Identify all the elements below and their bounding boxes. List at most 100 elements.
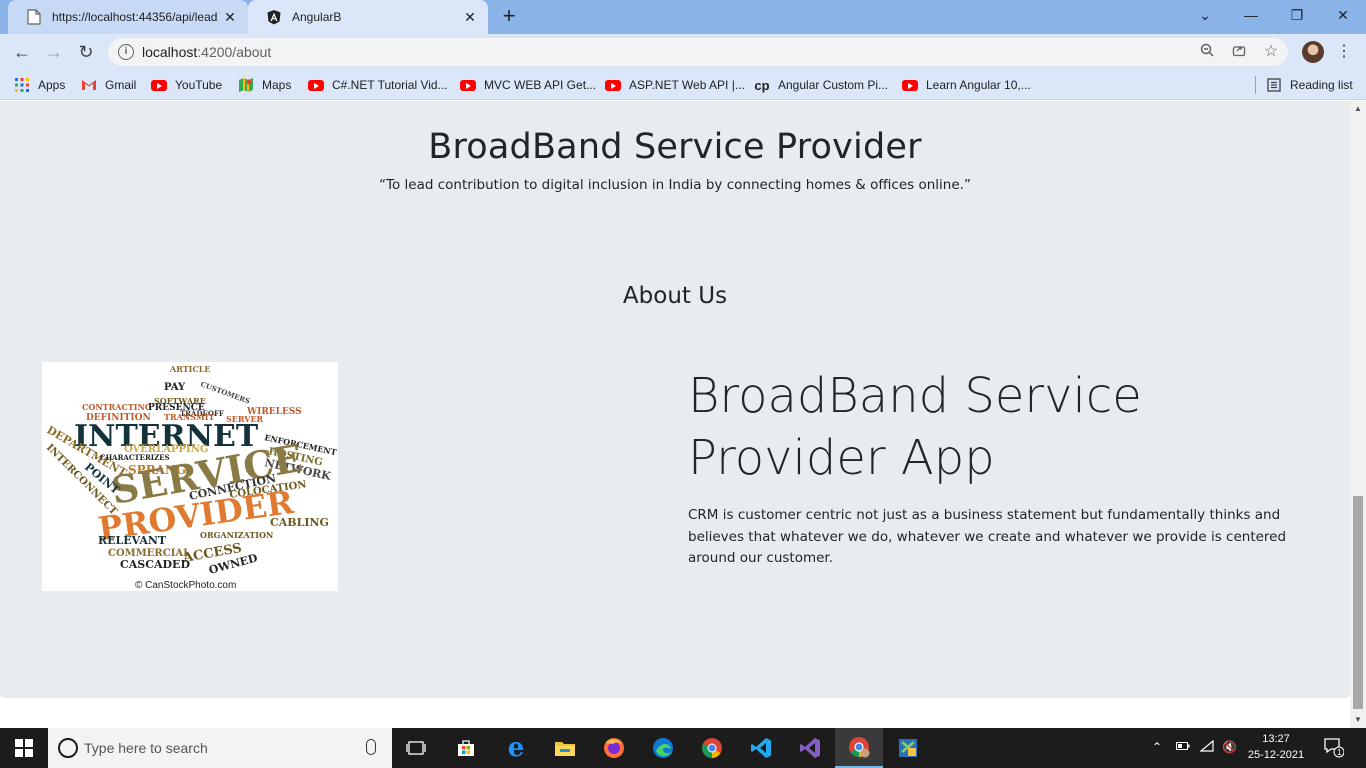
tab-search-icon[interactable]: ⌄ xyxy=(1182,0,1228,30)
bookmark-angular-custom-pipe[interactable]: cp Angular Custom Pi... xyxy=(754,76,888,94)
reading-list-icon xyxy=(1266,77,1282,93)
restore-button[interactable]: ❐ xyxy=(1274,0,1320,30)
svg-text:CABLING: CABLING xyxy=(270,516,329,529)
bookmark-mvc-web-api[interactable]: MVC WEB API Get... xyxy=(460,76,596,94)
youtube-icon xyxy=(460,77,476,93)
about-heading: About Us xyxy=(622,283,728,309)
apps-grid-icon xyxy=(14,77,30,93)
bookmarks-separator xyxy=(1255,76,1256,94)
edge-legacy-icon[interactable]: e xyxy=(492,728,540,768)
bookmark-aspnet-web-api[interactable]: ASP.NET Web API |... xyxy=(605,76,745,94)
browser-toolbar: ← → ↻ i localhost:4200/about ☆ ⋮ xyxy=(0,34,1366,70)
volume-muted-icon[interactable]: 🔇 xyxy=(1222,740,1237,754)
svg-text:RELEVANT: RELEVANT xyxy=(98,534,167,547)
mission-quote: “To lead contribution to digital inclusi… xyxy=(379,177,971,193)
document-icon xyxy=(26,9,42,25)
chrome-icon[interactable] xyxy=(688,728,736,768)
file-explorer-icon[interactable] xyxy=(541,728,589,768)
bookmarks-bar: Apps Gmail YouTube Maps C#.NET Tutorial … xyxy=(0,70,1366,100)
clock-date: 25-12-2021 xyxy=(1247,749,1305,761)
forward-icon[interactable]: → xyxy=(42,40,66,64)
bookmark-csharp-tutorial[interactable]: C#.NET Tutorial Vid... xyxy=(308,76,448,94)
svg-text:© CanStockPhoto.com: © CanStockPhoto.com xyxy=(135,580,236,591)
tab-angularb[interactable]: AngularB ✕ xyxy=(248,0,488,34)
vertical-scrollbar[interactable]: ▲ ▼ xyxy=(1350,101,1366,728)
chrome-profile-icon[interactable] xyxy=(835,728,883,768)
wifi-icon[interactable] xyxy=(1199,739,1214,755)
show-hidden-icons-icon[interactable]: ⌃ xyxy=(1152,740,1162,754)
app-title: BroadBand Service Provider App xyxy=(688,368,1142,486)
windows-start-button[interactable] xyxy=(0,728,48,768)
snip-tool-icon[interactable] xyxy=(884,728,932,768)
scroll-up-icon[interactable]: ▲ xyxy=(1350,101,1366,117)
bookmark-apps[interactable]: Apps xyxy=(14,76,65,94)
system-clock[interactable]: 13:27 25-12-2021 xyxy=(1240,731,1312,763)
tab-strip: https://localhost:44356/api/lead ✕ Angul… xyxy=(0,0,1366,34)
bookmark-label: Apps xyxy=(38,78,66,92)
taskbar-search-box[interactable]: Type here to search xyxy=(48,728,392,768)
bookmark-label: YouTube xyxy=(175,78,223,92)
visual-studio-icon[interactable] xyxy=(786,728,834,768)
scroll-down-icon[interactable]: ▼ xyxy=(1350,712,1366,728)
microsoft-store-icon[interactable] xyxy=(442,728,490,768)
close-tab-icon[interactable]: ✕ xyxy=(462,9,478,25)
cp-icon: cp xyxy=(754,77,770,93)
jumbotron-card: BroadBand Service Provider “To lead cont… xyxy=(0,101,1350,698)
bookmark-gmail[interactable]: Gmail xyxy=(81,76,136,94)
youtube-icon xyxy=(151,77,167,93)
url-text[interactable]: localhost:4200/about xyxy=(142,44,271,60)
app-description: CRM is customer centric not just as a bu… xyxy=(688,507,1287,566)
notification-center-icon[interactable]: 1 xyxy=(1322,736,1345,758)
share-icon[interactable] xyxy=(1230,43,1248,61)
svg-text:CONTRACTING: CONTRACTING xyxy=(82,402,152,412)
windows-taskbar: Type here to search e ⌃ 🔇 13:27 25-12-20… xyxy=(0,728,1366,768)
bookmark-star-icon[interactable]: ☆ xyxy=(1262,43,1280,61)
bookmark-label: ASP.NET Web API |... xyxy=(629,78,745,92)
bookmark-label: Maps xyxy=(262,78,292,92)
maps-icon xyxy=(238,77,254,93)
windows-logo-icon xyxy=(15,739,33,757)
youtube-icon xyxy=(605,77,621,93)
reading-list-label: Reading list xyxy=(1290,78,1353,92)
svg-text:1: 1 xyxy=(1337,748,1342,757)
youtube-icon xyxy=(308,77,324,93)
tab-title: https://localhost:44356/api/lead xyxy=(52,10,218,24)
battery-icon[interactable] xyxy=(1176,740,1190,754)
bookmark-youtube[interactable]: YouTube xyxy=(151,76,222,94)
bookmark-label: C#.NET Tutorial Vid... xyxy=(332,78,448,92)
close-window-button[interactable]: ✕ xyxy=(1320,0,1366,30)
microphone-icon[interactable] xyxy=(366,739,376,755)
edge-icon[interactable] xyxy=(639,728,687,768)
tab-api-lead[interactable]: https://localhost:44356/api/lead ✕ xyxy=(8,0,248,34)
tab-title: AngularB xyxy=(292,10,342,24)
gmail-icon xyxy=(81,77,97,93)
close-tab-icon[interactable]: ✕ xyxy=(222,9,238,25)
bookmark-label: Gmail xyxy=(105,78,137,92)
profile-avatar[interactable] xyxy=(1302,41,1324,63)
address-bar[interactable]: i localhost:4200/about ☆ xyxy=(108,38,1288,66)
firefox-icon[interactable] xyxy=(590,728,638,768)
vscode-icon[interactable] xyxy=(737,728,785,768)
clock-time: 13:27 xyxy=(1262,733,1290,745)
svg-text:PAY: PAY xyxy=(164,382,186,393)
reload-icon[interactable]: ↻ xyxy=(74,40,98,64)
zoom-icon[interactable] xyxy=(1198,43,1216,61)
svg-text:ORGANIZATION: ORGANIZATION xyxy=(200,530,273,540)
back-icon[interactable]: ← xyxy=(10,40,34,64)
bookmark-label: MVC WEB API Get... xyxy=(484,78,597,92)
bookmark-learn-angular[interactable]: Learn Angular 10,... xyxy=(902,76,1031,94)
bookmark-label: Learn Angular 10,... xyxy=(926,78,1031,92)
task-view-icon[interactable] xyxy=(392,728,440,768)
minimize-button[interactable]: — xyxy=(1228,0,1274,30)
new-tab-button[interactable]: + xyxy=(498,5,520,28)
scroll-thumb[interactable] xyxy=(1353,496,1363,709)
bookmark-maps[interactable]: Maps xyxy=(238,76,291,94)
page-viewport: BroadBand Service Provider “To lead cont… xyxy=(0,101,1350,728)
menu-icon[interactable]: ⋮ xyxy=(1336,40,1352,64)
cortana-icon xyxy=(58,738,78,758)
site-info-icon[interactable]: i xyxy=(118,44,134,60)
svg-text:ARTICLE: ARTICLE xyxy=(169,364,211,374)
reading-list-button[interactable]: Reading list xyxy=(1266,76,1353,94)
angular-icon xyxy=(266,9,282,25)
bookmark-label: Angular Custom Pi... xyxy=(778,78,889,92)
